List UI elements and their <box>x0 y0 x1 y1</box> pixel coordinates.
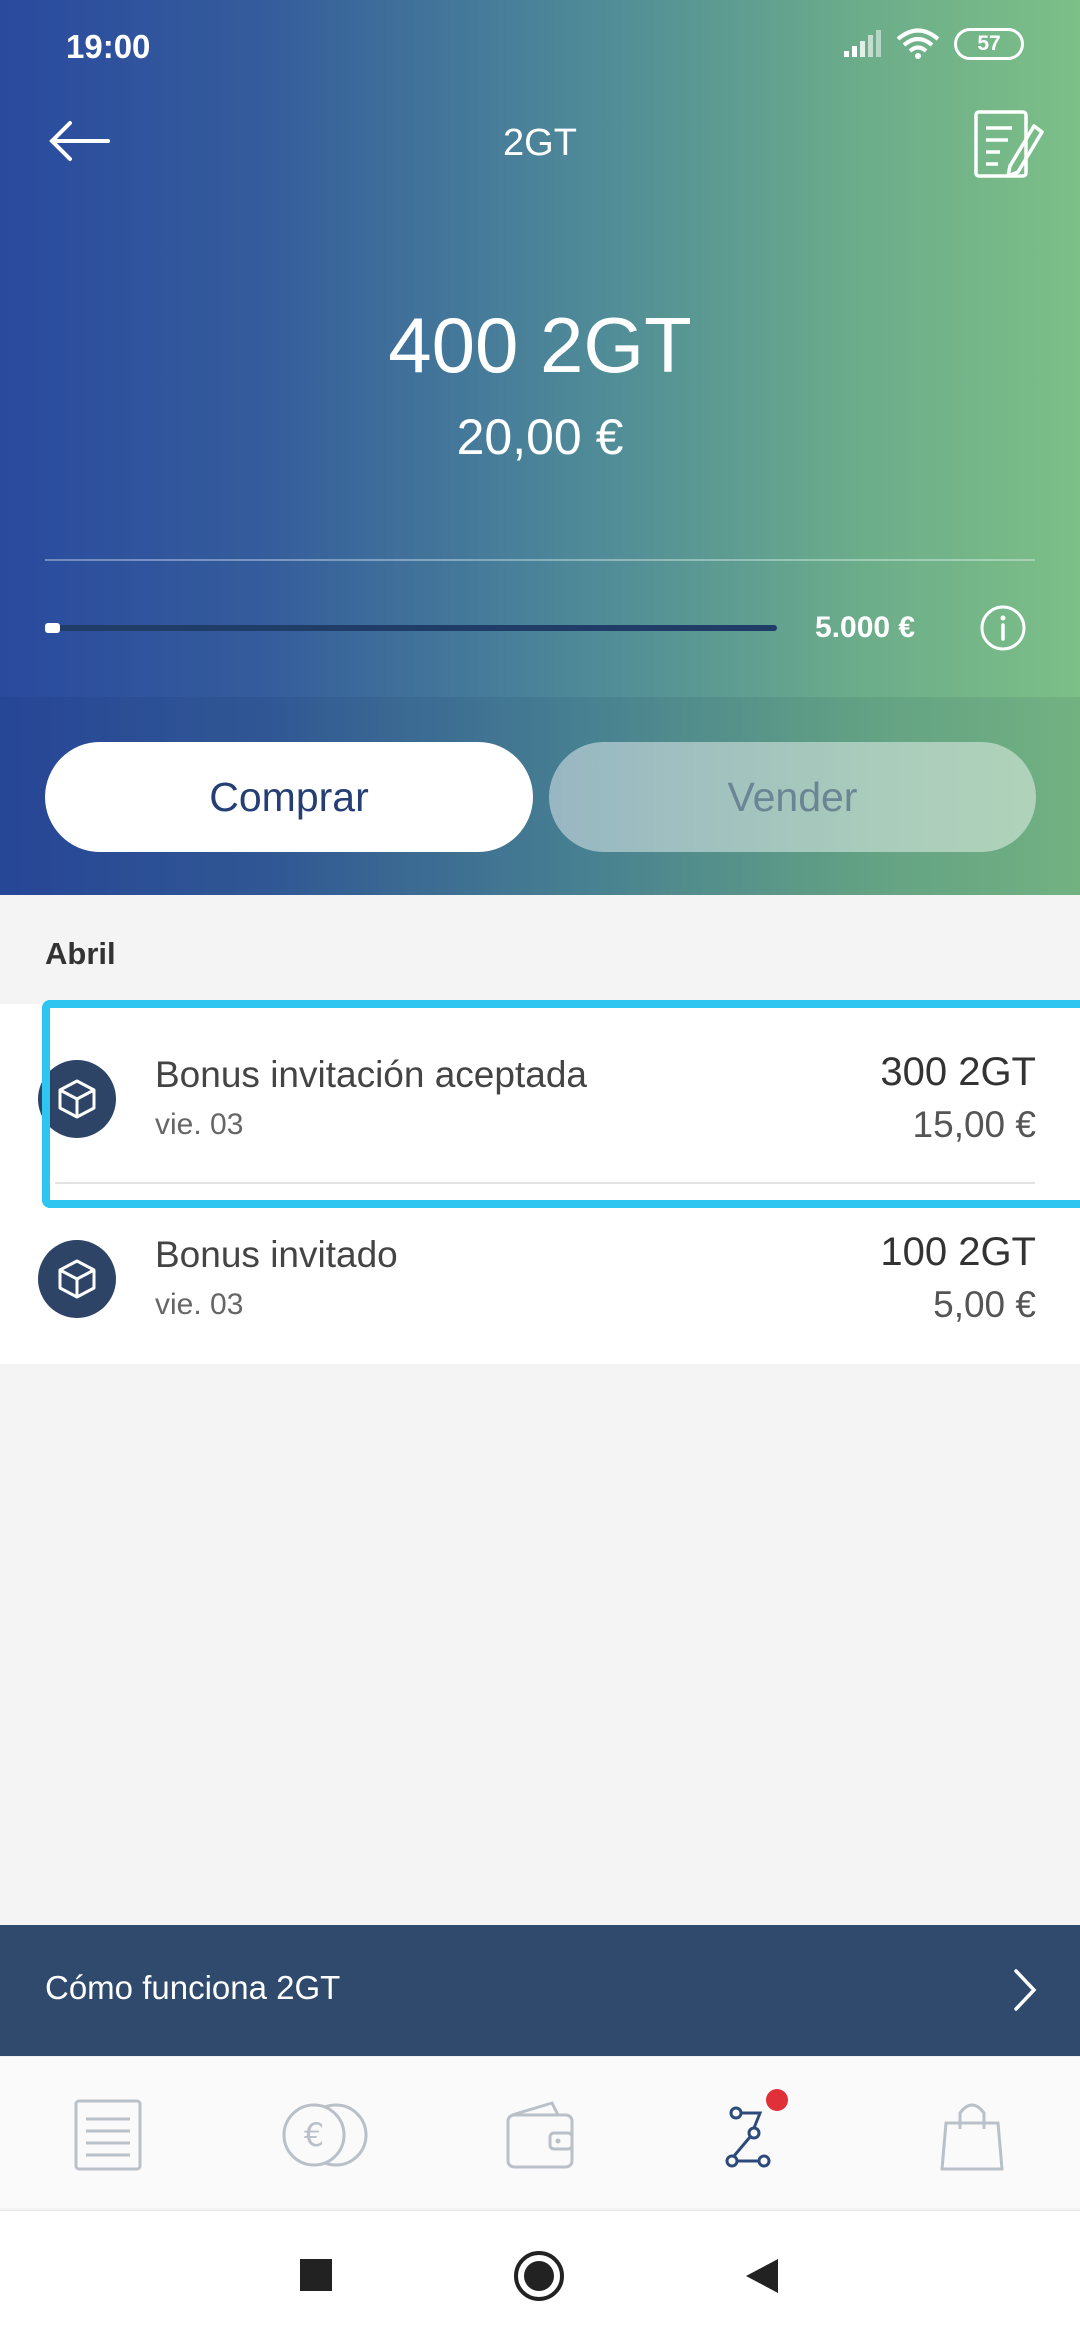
system-nav-bar <box>0 2210 1080 2340</box>
buy-button[interactable]: Comprar <box>45 742 533 852</box>
top-bar: 2GT <box>0 96 1080 196</box>
bottom-tab-bar: € <box>0 2056 1080 2208</box>
notification-badge <box>766 2089 788 2111</box>
transaction-amount: 100 2GT <box>880 1230 1036 1274</box>
battery-indicator: 57 <box>954 28 1024 60</box>
how-it-works-label: Cómo funciona 2GT <box>45 1969 341 2006</box>
selection-highlight <box>42 1000 1080 1208</box>
transaction-row[interactable]: Bonus invitado vie. 03 100 2GT 5,00 € <box>0 1184 1080 1364</box>
how-it-works-link[interactable]: Cómo funciona 2GT <box>0 1925 1080 2056</box>
list-icon[interactable] <box>68 2095 148 2175</box>
route-tab[interactable] <box>708 2089 788 2175</box>
token-balance: 400 2GT <box>388 301 692 389</box>
recents-button[interactable] <box>300 2259 332 2291</box>
transaction-date: vie. 03 <box>155 1288 244 1321</box>
limit-progress-bar <box>45 623 777 633</box>
signal-icon <box>844 30 881 57</box>
edit-note-icon[interactable] <box>972 106 1044 182</box>
limit-label: 5.000 € <box>815 611 916 644</box>
status-icons: 57 <box>842 28 1024 60</box>
shopping-bag-icon[interactable] <box>932 2095 1012 2175</box>
month-header: Abril <box>45 936 116 971</box>
limit-progress-fill <box>45 623 60 633</box>
info-icon[interactable] <box>979 604 1027 652</box>
back-button[interactable] <box>744 2257 780 2295</box>
home-button[interactable] <box>514 2251 564 2301</box>
status-bar: 19:00 57 <box>0 0 1080 96</box>
status-time: 19:00 <box>66 28 151 65</box>
svg-text:€: € <box>304 2116 324 2154</box>
cube-icon <box>38 1240 116 1318</box>
hero-divider <box>45 559 1035 561</box>
sell-button[interactable]: Vender <box>549 742 1036 852</box>
transaction-title: Bonus invitado <box>155 1234 398 1275</box>
wifi-icon <box>896 28 940 59</box>
chevron-right-icon <box>1014 1969 1037 2011</box>
euro-coins-icon[interactable]: € <box>278 2095 370 2175</box>
home-dot-icon <box>524 2261 554 2291</box>
fiat-balance: 20,00 € <box>456 409 624 465</box>
page-title: 2GT <box>503 122 577 164</box>
transaction-fiat: 5,00 € <box>933 1284 1036 1325</box>
wallet-icon[interactable] <box>500 2095 580 2175</box>
